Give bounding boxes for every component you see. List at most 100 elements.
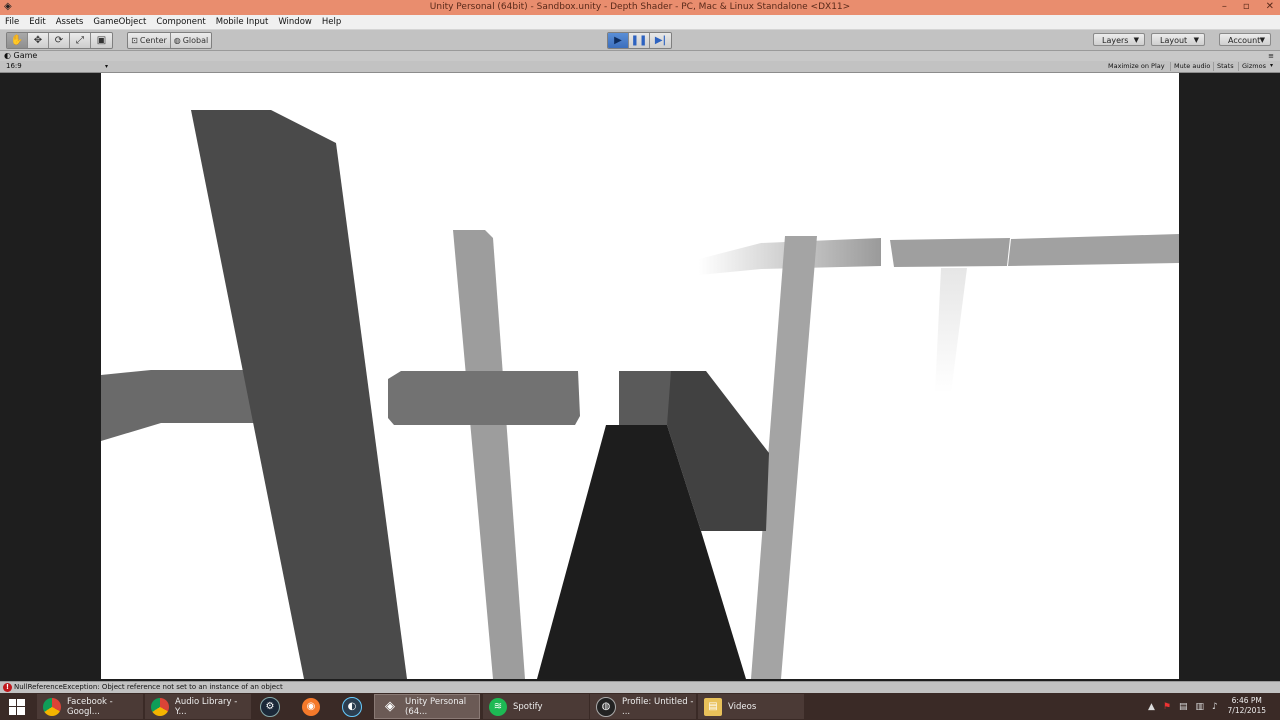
blender-icon: ◉ <box>302 697 320 716</box>
show-hidden-icons-icon[interactable]: ▲ <box>1148 702 1155 712</box>
gizmos-button[interactable]: Gizmos <box>1238 62 1269 71</box>
taskbar-item-spotify[interactable]: ≋ Spotify <box>483 694 589 719</box>
space-global-button[interactable]: ◍ Global <box>171 33 211 48</box>
taskbar-item-obs[interactable]: ◍ Profile: Untitled - ... <box>590 694 696 719</box>
scale-tool-icon[interactable]: ⤢ <box>70 33 91 48</box>
pivot-center-button[interactable]: ⊡ Center <box>128 33 171 48</box>
depth-render <box>101 110 1179 679</box>
taskbar-item-label: Audio Library - Y... <box>175 696 238 717</box>
taskbar-item-audio-library[interactable]: Audio Library - Y... <box>145 694 251 719</box>
maximize-on-play-button[interactable]: Maximize on Play <box>1105 62 1168 71</box>
play-icon: ▶ <box>614 35 622 46</box>
cube-side <box>619 371 671 425</box>
taskbar-item-label: Unity Personal (64... <box>405 696 467 717</box>
menu-help[interactable]: Help <box>317 17 346 27</box>
aspect-dropdown[interactable]: 16:9 ▾ <box>6 62 108 71</box>
security-icon[interactable]: ⚑ <box>1163 702 1171 712</box>
clock-date: 7/12/2015 <box>1227 706 1266 715</box>
account-label: Account <box>1228 36 1261 45</box>
rotate-tool-icon[interactable]: ⟳ <box>49 33 70 48</box>
layers-label: Layers <box>1102 36 1129 45</box>
obs-icon: ◍ <box>596 696 616 717</box>
action-center-icon[interactable]: ▤ <box>1179 702 1188 712</box>
clock-time: 6:46 PM <box>1231 696 1262 705</box>
hand-tool-icon[interactable]: ✋ <box>7 33 28 48</box>
console-message[interactable]: NullReferenceException: Object reference… <box>14 683 283 692</box>
window-title-bar: ◈ Unity Personal (64bit) - Sandbox.unity… <box>0 0 1280 15</box>
system-tray: ▲ ⚑ ▤ ▥ ♪ <box>1148 693 1218 720</box>
move-tool-icon[interactable]: ✥ <box>28 33 49 48</box>
minimize-button[interactable]: – <box>1222 1 1227 12</box>
app-icon: ◐ <box>342 696 362 717</box>
layout-dropdown[interactable]: Layout ▼ <box>1151 33 1205 46</box>
unity-icon: ◈ <box>385 699 395 714</box>
taskbar: Facebook - Googl... Audio Library - Y...… <box>0 693 1280 720</box>
menu-assets[interactable]: Assets <box>51 17 89 27</box>
chevron-down-icon: ▼ <box>1133 36 1139 44</box>
start-button[interactable] <box>0 693 34 720</box>
play-controls: ▶ ❚❚ ▶| <box>607 32 672 49</box>
steam-icon: ⚙ <box>260 696 280 717</box>
layers-dropdown[interactable]: Layers ▼ <box>1093 33 1145 46</box>
tab-game-label: Game <box>13 51 38 60</box>
volume-icon[interactable]: ♪ <box>1212 702 1218 712</box>
chevron-down-icon: ▾ <box>104 63 108 70</box>
taskbar-item-blender[interactable]: ◉ <box>296 694 326 719</box>
close-button[interactable]: ✕ <box>1266 1 1274 12</box>
play-button[interactable]: ▶ <box>608 33 629 48</box>
layout-label: Layout <box>1160 36 1188 45</box>
globe-icon: ◍ <box>173 36 181 45</box>
middle-pillar <box>453 230 525 679</box>
windows-logo-icon <box>9 698 25 715</box>
game-tab-header: ◐ Game ≡ <box>0 51 1280 61</box>
tab-menu-icon[interactable]: ≡ <box>1268 52 1274 60</box>
menu-bar: File Edit Assets GameObject Component Mo… <box>0 15 1280 30</box>
rect-tool-icon[interactable]: ▣ <box>91 33 112 48</box>
game-icon: ◐ <box>4 51 11 60</box>
account-dropdown[interactable]: Account ▼ <box>1219 33 1271 46</box>
middle-beam <box>388 371 580 425</box>
pause-button[interactable]: ❚❚ <box>629 33 650 48</box>
taskbar-item-unity[interactable]: ◈ Unity Personal (64... <box>374 694 480 719</box>
taskbar-item-videos[interactable]: ▤ Videos <box>698 694 804 719</box>
stats-button[interactable]: Stats <box>1213 62 1237 71</box>
chevron-down-icon: ▼ <box>1259 36 1265 44</box>
taskbar-item-label: Videos <box>728 701 757 712</box>
tab-game[interactable]: ◐ Game <box>4 51 37 61</box>
menu-component[interactable]: Component <box>151 17 210 27</box>
step-button[interactable]: ▶| <box>650 33 671 48</box>
taskbar-item-steam[interactable]: ⚙ <box>254 694 284 719</box>
menu-mobile-input[interactable]: Mobile Input <box>211 17 274 27</box>
status-bar[interactable]: ! NullReferenceException: Object referen… <box>0 681 1280 693</box>
game-view-bar: 16:9 ▾ Maximize on Play Mute audio Stats… <box>0 61 1280 73</box>
pivot-label: Center <box>139 36 167 45</box>
mute-audio-button[interactable]: Mute audio <box>1170 62 1213 71</box>
menu-edit[interactable]: Edit <box>24 17 50 27</box>
far-beam-mid <box>890 238 1010 267</box>
pivot-icon: ⊡ <box>131 36 138 45</box>
clock[interactable]: 6:46 PM 7/12/2015 <box>1228 696 1266 716</box>
taskbar-item-label: Facebook - Googl... <box>67 696 113 717</box>
pivot-toggles: ⊡ Center ◍ Global <box>127 32 212 49</box>
chrome-icon <box>43 697 61 716</box>
menu-file[interactable]: File <box>0 17 24 27</box>
chevron-down-icon: ▼ <box>1193 36 1199 44</box>
restore-button[interactable]: ▫ <box>1243 1 1250 12</box>
menu-gameobject[interactable]: GameObject <box>88 17 151 27</box>
network-icon[interactable]: ▥ <box>1196 702 1205 712</box>
window-title: Unity Personal (64bit) - Sandbox.unity -… <box>429 2 851 12</box>
taskbar-item-app[interactable]: ◐ <box>336 694 366 719</box>
left-beam <box>101 370 269 441</box>
transform-tools: ✋ ✥ ⟳ ⤢ ▣ <box>6 32 113 49</box>
gizmos-chevron-icon[interactable]: ▾ <box>1270 62 1273 69</box>
spotify-icon: ≋ <box>489 697 507 716</box>
taskbar-item-label: Spotify <box>513 701 543 712</box>
space-label: Global <box>182 36 209 45</box>
taskbar-item-label: Profile: Untitled - ... <box>622 696 694 717</box>
toolbar: ✋ ✥ ⟳ ⤢ ▣ ⊡ Center ◍ Global ▶ ❚❚ ▶| Layers… <box>0 30 1280 51</box>
window-controls: – ▫ ✕ <box>1222 1 1274 12</box>
menu-window[interactable]: Window <box>273 17 317 27</box>
game-viewport[interactable] <box>101 73 1179 679</box>
far-beam-right <box>1008 234 1179 266</box>
taskbar-item-facebook[interactable]: Facebook - Googl... <box>37 694 143 719</box>
